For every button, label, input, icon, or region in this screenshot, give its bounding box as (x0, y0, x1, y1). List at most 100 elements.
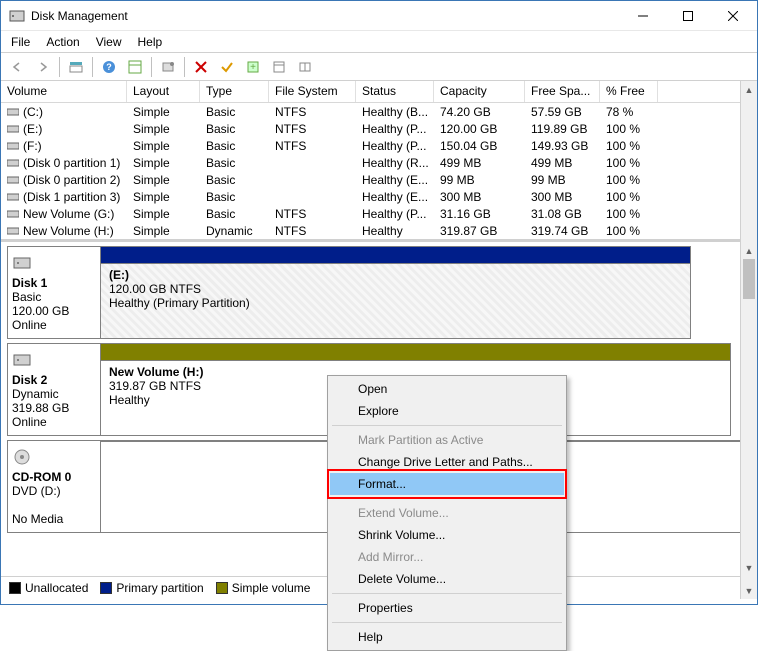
col-type[interactable]: Type (200, 81, 269, 102)
minimize-button[interactable] (620, 1, 665, 30)
cell-free: 300 MB (525, 190, 600, 204)
menu-action[interactable]: Action (38, 32, 87, 52)
properties-icon[interactable] (267, 56, 291, 78)
drive-icon (7, 106, 19, 118)
cell-capacity: 319.87 GB (434, 224, 525, 238)
new-icon[interactable]: + (241, 56, 265, 78)
cell-type: Basic (200, 156, 269, 170)
col-volume[interactable]: Volume (1, 81, 127, 102)
refresh-icon[interactable] (156, 56, 180, 78)
volume-list: Volume Layout Type File System Status Ca… (1, 81, 757, 242)
cell-layout: Simple (127, 224, 200, 238)
menu-file[interactable]: File (3, 32, 38, 52)
col-capacity[interactable]: Capacity (434, 81, 525, 102)
maximize-button[interactable] (665, 1, 710, 30)
volume-row[interactable]: (Disk 0 partition 1)SimpleBasicHealthy (… (1, 154, 757, 171)
volume-row[interactable]: (Disk 1 partition 3)SimpleBasicHealthy (… (1, 188, 757, 205)
cell-free: 149.93 GB (525, 139, 600, 153)
svg-text:+: + (250, 62, 256, 73)
drive-icon (7, 157, 19, 169)
context-separator (332, 425, 562, 426)
context-item[interactable]: Delete Volume... (330, 568, 564, 590)
close-button[interactable] (710, 1, 755, 30)
context-item[interactable]: Change Drive Letter and Paths... (330, 451, 564, 473)
scroll-up-icon[interactable]: ▲ (741, 242, 757, 259)
cell-layout: Simple (127, 105, 200, 119)
cell-pct: 78 % (600, 105, 658, 119)
cell-fs: NTFS (269, 207, 356, 221)
scroll-thumb[interactable] (743, 259, 755, 299)
legend-label: Unallocated (25, 581, 88, 595)
col-fs[interactable]: File System (269, 81, 356, 102)
back-button[interactable] (5, 56, 29, 78)
context-item[interactable]: Open (330, 378, 564, 400)
context-item[interactable]: Explore (330, 400, 564, 422)
volume-name: (Disk 0 partition 2) (23, 173, 120, 187)
cell-fs: NTFS (269, 139, 356, 153)
volume-row[interactable]: (F:)SimpleBasicNTFSHealthy (P...150.04 G… (1, 137, 757, 154)
settings-icon[interactable] (123, 56, 147, 78)
cell-free: 119.89 GB (525, 122, 600, 136)
scroll-down-icon[interactable]: ▼ (741, 559, 757, 576)
volume-row[interactable]: (C:)SimpleBasicNTFSHealthy (B...74.20 GB… (1, 103, 757, 120)
cell-capacity: 120.00 GB (434, 122, 525, 136)
disk-bars: (E:)120.00 GB NTFSHealthy (Primary Parti… (101, 246, 691, 339)
cell-free: 499 MB (525, 156, 600, 170)
context-item[interactable]: Help (330, 626, 564, 648)
list-icon[interactable] (293, 56, 317, 78)
scroll-up-icon[interactable]: ▲ (741, 81, 757, 98)
volume-row[interactable]: (E:)SimpleBasicNTFSHealthy (P...120.00 G… (1, 120, 757, 137)
context-item: Add Mirror... (330, 546, 564, 568)
cell-type: Basic (200, 105, 269, 119)
cell-capacity: 99 MB (434, 173, 525, 187)
context-item[interactable]: Format... (330, 473, 564, 495)
cell-type: Basic (200, 207, 269, 221)
partition-status: Healthy (Primary Partition) (109, 296, 682, 310)
legend-label: Simple volume (232, 581, 311, 595)
context-item[interactable]: Properties (330, 597, 564, 619)
drive-icon (7, 225, 19, 237)
cell-layout: Simple (127, 139, 200, 153)
menu-help[interactable]: Help (130, 32, 171, 52)
view-button[interactable] (64, 56, 88, 78)
cell-pct: 100 % (600, 190, 658, 204)
volume-list-header: Volume Layout Type File System Status Ca… (1, 81, 757, 103)
volume-row[interactable]: (Disk 0 partition 2)SimpleBasicHealthy (… (1, 171, 757, 188)
disk-label: Disk 2Dynamic319.88 GBOnline (7, 343, 101, 436)
cell-type: Basic (200, 173, 269, 187)
cell-pct: 100 % (600, 156, 658, 170)
col-layout[interactable]: Layout (127, 81, 200, 102)
volume-name: (E:) (23, 122, 42, 136)
cell-free: 99 MB (525, 173, 600, 187)
cell-type: Dynamic (200, 224, 269, 238)
check-icon[interactable] (215, 56, 239, 78)
cell-status: Healthy (R... (356, 156, 434, 170)
cell-fs: NTFS (269, 105, 356, 119)
drive-icon (7, 174, 19, 186)
delete-icon[interactable] (189, 56, 213, 78)
partition-block[interactable]: (E:)120.00 GB NTFSHealthy (Primary Parti… (101, 263, 690, 338)
title-bar: Disk Management (1, 1, 757, 31)
col-free[interactable]: Free Spa... (525, 81, 600, 102)
forward-button[interactable] (31, 56, 55, 78)
cell-pct: 100 % (600, 207, 658, 221)
graph-scrollbar[interactable]: ▲ ▼ (740, 242, 757, 576)
cell-pct: 100 % (600, 173, 658, 187)
window-title: Disk Management (31, 9, 620, 23)
cell-pct: 100 % (600, 224, 658, 238)
volume-row[interactable]: New Volume (G:)SimpleBasicNTFSHealthy (P… (1, 205, 757, 222)
volume-list-body: (C:)SimpleBasicNTFSHealthy (B...74.20 GB… (1, 103, 757, 239)
volume-name: New Volume (G:) (23, 207, 114, 221)
legend-item: Simple volume (216, 581, 311, 595)
context-item[interactable]: Shrink Volume... (330, 524, 564, 546)
col-pct[interactable]: % Free (600, 81, 658, 102)
menu-view[interactable]: View (88, 32, 130, 52)
cell-status: Healthy (E... (356, 190, 434, 204)
list-scrollbar[interactable]: ▲ ▼ (740, 81, 757, 242)
col-status[interactable]: Status (356, 81, 434, 102)
volume-row[interactable]: New Volume (H:)SimpleDynamicNTFSHealthy3… (1, 222, 757, 239)
help-icon[interactable]: ? (97, 56, 121, 78)
cell-type: Basic (200, 122, 269, 136)
cell-fs: NTFS (269, 224, 356, 238)
cell-status: Healthy (P... (356, 139, 434, 153)
